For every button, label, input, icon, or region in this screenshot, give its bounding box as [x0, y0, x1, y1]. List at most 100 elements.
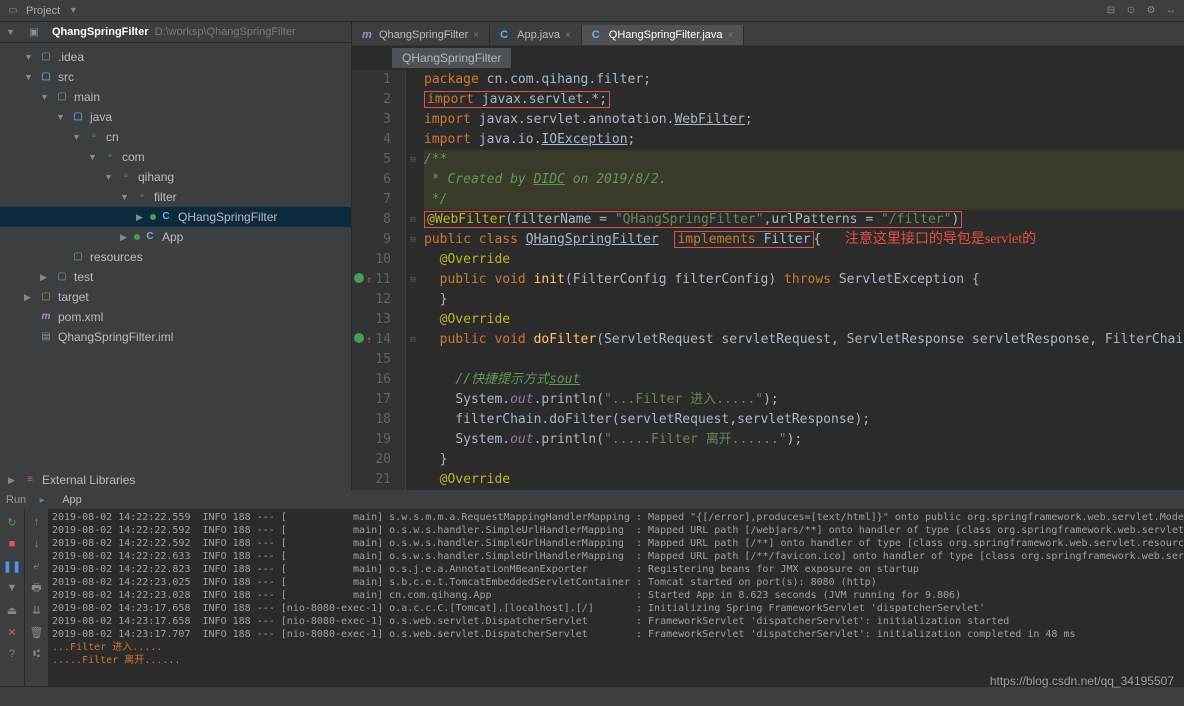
tree-arrow-icon[interactable]: [104, 169, 118, 185]
console-log[interactable]: 2019-08-02 14:22:22.559 INFO 188 --- [ m…: [48, 509, 1184, 686]
code-line[interactable]: * Created by DIDC on 2019/8/2.: [424, 170, 1184, 190]
tree-item-java[interactable]: ▢java: [0, 107, 351, 127]
breadcrumb-class[interactable]: QHangSpringFilter: [392, 48, 511, 68]
fold-marker[interactable]: [406, 370, 420, 390]
tree-arrow-icon[interactable]: [40, 89, 54, 105]
fold-marker[interactable]: [406, 470, 420, 490]
tree-arrow-icon[interactable]: [88, 149, 102, 165]
gutter-line[interactable]: 11↑: [352, 270, 391, 290]
hide-icon[interactable]: ↔: [1164, 4, 1178, 18]
external-libs[interactable]: ≡ External Libraries: [0, 470, 351, 490]
gutter-line[interactable]: 7: [352, 190, 391, 210]
code-line[interactable]: @Override: [424, 310, 1184, 330]
tree-arrow-icon[interactable]: [24, 289, 38, 305]
code-line[interactable]: public void init(FilterConfig filterConf…: [424, 270, 1184, 290]
gutter-line[interactable]: 14↑: [352, 330, 391, 350]
fold-marker[interactable]: [406, 250, 420, 270]
project-root[interactable]: ▣ QhangSpringFilter D:\worksp\QhangSprin…: [0, 22, 351, 43]
tree-arrow-icon[interactable]: [8, 472, 22, 488]
exit-icon[interactable]: ⏏: [5, 603, 19, 617]
gutter-line[interactable]: 13: [352, 310, 391, 330]
tree-arrow-icon[interactable]: [120, 189, 134, 205]
code-editor[interactable]: 1234567891011↑121314↑1516171819202122↑ ⊟…: [352, 70, 1184, 490]
fold-marker[interactable]: [406, 430, 420, 450]
tree-item-src[interactable]: ▢src: [0, 67, 351, 87]
tree-item-pom-xml[interactable]: mpom.xml: [0, 307, 351, 327]
code-line[interactable]: @Override: [424, 250, 1184, 270]
gutter-line[interactable]: 1: [352, 70, 391, 90]
implements-marker-icon[interactable]: [354, 333, 364, 343]
tab-close-icon[interactable]: ×: [473, 30, 479, 41]
code-line[interactable]: package cn.com.qihang.filter;: [424, 70, 1184, 90]
gutter-line[interactable]: 16: [352, 370, 391, 390]
stop-icon[interactable]: ■: [5, 537, 19, 551]
fold-marker[interactable]: [406, 410, 420, 430]
code-line[interactable]: filterChain.doFilter(servletRequest,serv…: [424, 410, 1184, 430]
project-tree[interactable]: ▢.idea▢src▢main▢java▫cn▫com▫qihang▫filte…: [0, 43, 351, 470]
collapse-icon[interactable]: ⊟: [1104, 4, 1118, 18]
locate-icon[interactable]: ⊙: [1124, 4, 1138, 18]
gutter-line[interactable]: 5: [352, 150, 391, 170]
down-arrow-icon[interactable]: ↓: [30, 537, 44, 551]
code-line[interactable]: import javax.servlet.*;: [424, 90, 1184, 110]
code-line[interactable]: @WebFilter(filterName = "QHangSpringFilt…: [424, 210, 1184, 230]
fold-marker[interactable]: [406, 310, 420, 330]
tree-item-qhangspringfilter[interactable]: CQHangSpringFilter: [0, 207, 351, 227]
override-up-icon[interactable]: ↑: [366, 331, 372, 351]
gutter-line[interactable]: 15: [352, 350, 391, 370]
tree-arrow-icon[interactable]: [136, 209, 150, 225]
tree-arrow-icon[interactable]: [56, 109, 70, 125]
tree-arrow-icon[interactable]: [6, 27, 20, 37]
trash-icon[interactable]: 🗑: [30, 625, 44, 639]
tree-item-filter[interactable]: ▫filter: [0, 187, 351, 207]
gutter-line[interactable]: 9: [352, 230, 391, 250]
gutter-line[interactable]: 18: [352, 410, 391, 430]
tree-item-target[interactable]: ▢target: [0, 287, 351, 307]
code-line[interactable]: public void doFilter(ServletRequest serv…: [424, 330, 1184, 350]
code-line[interactable]: */: [424, 190, 1184, 210]
dropdown-icon[interactable]: ▾: [66, 4, 80, 18]
editor-tab-qhangspringfilter[interactable]: mQhangSpringFilter×: [352, 25, 490, 45]
tree-item--idea[interactable]: ▢.idea: [0, 47, 351, 67]
fold-marker[interactable]: ⊟: [406, 230, 420, 250]
gutter-line[interactable]: 21: [352, 470, 391, 490]
fold-marker[interactable]: [406, 450, 420, 470]
code-line[interactable]: }: [424, 450, 1184, 470]
gutter-line[interactable]: 19: [352, 430, 391, 450]
gutter-line[interactable]: 6: [352, 170, 391, 190]
code-line[interactable]: @Override: [424, 470, 1184, 490]
gutter-line[interactable]: 3: [352, 110, 391, 130]
tree-arrow-icon[interactable]: [24, 49, 38, 65]
fold-marker[interactable]: ⊟: [406, 150, 420, 170]
fold-marker[interactable]: [406, 130, 420, 150]
code-lines[interactable]: package cn.com.qihang.filter;import java…: [420, 70, 1184, 490]
fold-marker[interactable]: [406, 90, 420, 110]
gutter-line[interactable]: 17: [352, 390, 391, 410]
tree-item-qihang[interactable]: ▫qihang: [0, 167, 351, 187]
gutter-line[interactable]: 10: [352, 250, 391, 270]
gutter-line[interactable]: 20: [352, 450, 391, 470]
up-arrow-icon[interactable]: ↑: [30, 515, 44, 529]
project-icon[interactable]: ▭: [6, 4, 20, 18]
gear-icon[interactable]: ⚙: [1144, 4, 1158, 18]
code-line[interactable]: [424, 350, 1184, 370]
gutter[interactable]: 1234567891011↑121314↑1516171819202122↑: [352, 70, 406, 490]
code-line[interactable]: /**: [424, 150, 1184, 170]
fold-marker[interactable]: [406, 70, 420, 90]
gutter-line[interactable]: 12: [352, 290, 391, 310]
print-icon[interactable]: 🖶: [30, 581, 44, 595]
code-line[interactable]: //快捷提示方式sout: [424, 370, 1184, 390]
tree-item-com[interactable]: ▫com: [0, 147, 351, 167]
fold-marker[interactable]: [406, 110, 420, 130]
close-x-icon[interactable]: ✕: [5, 625, 19, 639]
code-line[interactable]: public class QHangSpringFilter implement…: [424, 230, 1184, 250]
tree-item-test[interactable]: ▢test: [0, 267, 351, 287]
fold-marker[interactable]: [406, 170, 420, 190]
fold-marker[interactable]: [406, 290, 420, 310]
code-line[interactable]: import java.io.IOException;: [424, 130, 1184, 150]
tab-close-icon[interactable]: ×: [728, 30, 734, 41]
gutter-line[interactable]: 4: [352, 130, 391, 150]
tree-arrow-icon[interactable]: [24, 69, 38, 85]
override-up-icon[interactable]: ↑: [366, 271, 372, 291]
implements-marker-icon[interactable]: [354, 273, 364, 283]
